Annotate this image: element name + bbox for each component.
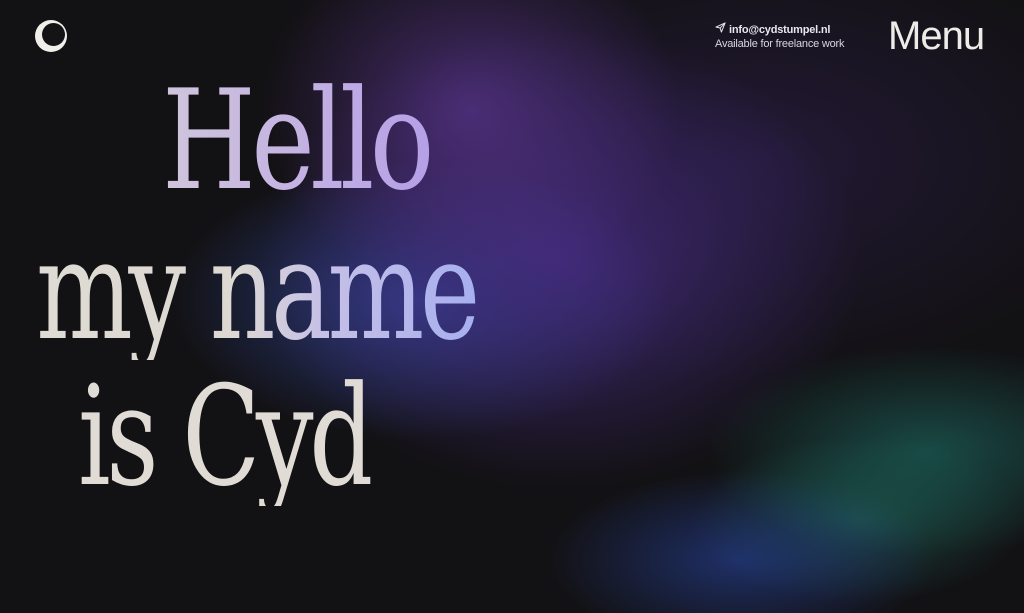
hero-headline: Hello my name is Cyd	[0, 0, 1024, 613]
page: info@cydstumpel.nl Available for freelan…	[0, 0, 1024, 613]
headline-line-2: my name	[36, 210, 480, 371]
headline-line-3: is Cyd	[78, 356, 375, 517]
headline-line-1: Hello	[162, 60, 435, 221]
